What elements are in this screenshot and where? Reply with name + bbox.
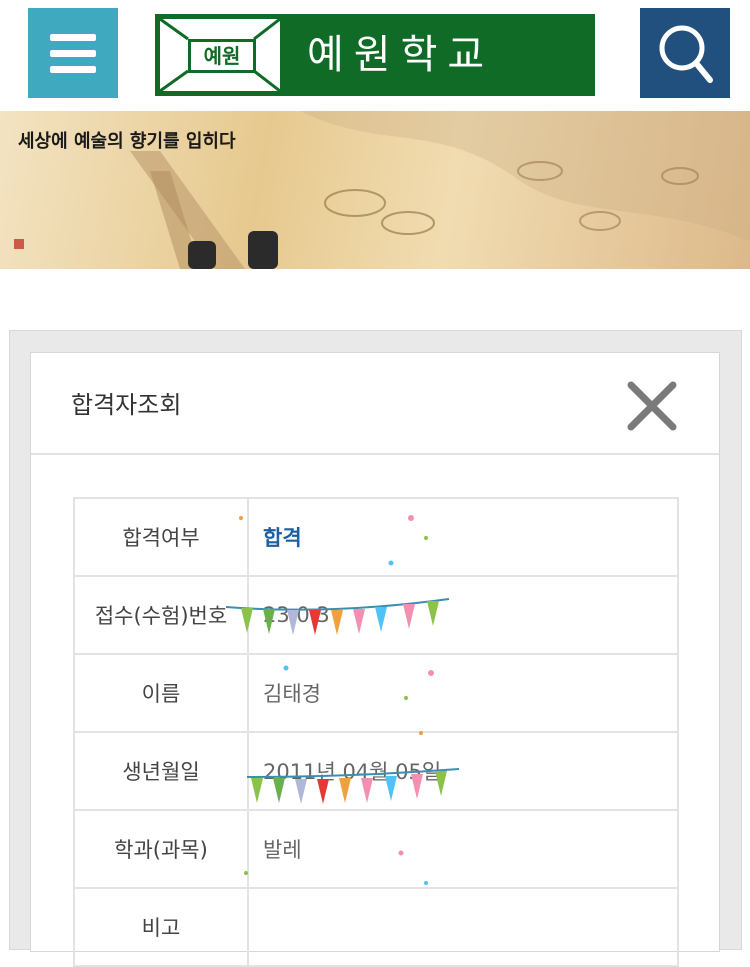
row-value-pass-status: 합격: [247, 497, 679, 577]
row-value-department: 발레: [247, 809, 679, 889]
modal-title: 합격자조회: [71, 391, 182, 419]
hamburger-menu-icon-bar: [50, 65, 96, 73]
logo-school-name: 예원학교: [307, 32, 495, 78]
table-row: 생년월일 2011년 04월 05일: [73, 731, 679, 811]
row-value-birthdate: 2011년 04월 05일: [247, 731, 679, 811]
row-label-name: 이름: [73, 653, 249, 733]
row-label-pass-status: 합격여부: [73, 497, 249, 577]
table-row: 비고: [73, 887, 679, 967]
table-row: 합격여부 합격: [73, 497, 679, 577]
close-icon: [627, 381, 677, 431]
close-button[interactable]: [625, 379, 679, 433]
row-label-application-number: 접수(수험)번호: [73, 575, 249, 655]
result-table: 합격여부 합격 접수(수험)번호 23 0 3 이름 김태경 생년월일 2011…: [73, 497, 679, 967]
modal-header: 합격자조회: [31, 353, 719, 455]
hero-banner: 세상에 예술의 향기를 입히다: [0, 111, 750, 269]
row-label-note: 비고: [73, 887, 249, 967]
hamburger-menu-icon: [50, 33, 96, 41]
logo-emblem: 예원: [157, 16, 283, 94]
menu-button[interactable]: [28, 8, 118, 98]
row-value-name: 김태경: [247, 653, 679, 733]
table-row: 학과(과목) 발레: [73, 809, 679, 889]
row-label-department: 학과(과목): [73, 809, 249, 889]
banner-tagline: 세상에 예술의 향기를 입히다: [18, 131, 236, 152]
logo-emblem-text: 예원: [188, 39, 256, 73]
row-value-note: [247, 887, 679, 967]
search-button[interactable]: [640, 8, 730, 98]
hamburger-menu-icon-bar: [50, 49, 96, 57]
table-row: 접수(수험)번호 23 0 3: [73, 575, 679, 655]
row-value-application-number: 23 0 3: [247, 575, 679, 655]
search-icon: [659, 25, 713, 83]
result-modal: 합격자조회 합격여부 합격 접수(수험)번호 23 0 3 이름 김태경 생년월…: [30, 352, 720, 967]
row-label-birthdate: 생년월일: [73, 731, 249, 811]
school-logo[interactable]: 예원 예원학교: [155, 14, 595, 96]
table-row: 이름 김태경: [73, 653, 679, 733]
